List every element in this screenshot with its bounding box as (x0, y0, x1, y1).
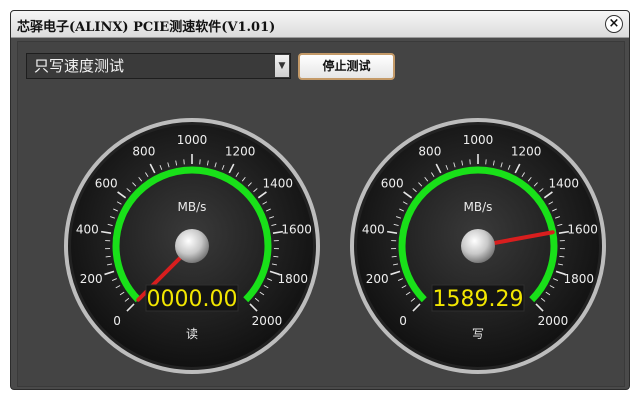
tick-label: 600 (95, 177, 118, 191)
chevron-down-icon[interactable]: ▼ (275, 55, 289, 77)
tick-label: 0 (113, 314, 121, 328)
tick-label: 1200 (511, 145, 542, 159)
gauge-label: 写 (472, 327, 484, 341)
tick-label: 1200 (225, 145, 256, 159)
close-icon[interactable]: × (605, 15, 623, 33)
window-title: 芯驿电子(ALINX) PCIE测速软件(V1.01) (17, 20, 276, 35)
stop-test-button[interactable]: 停止测试 (298, 53, 395, 80)
gauge-digital-readout: 0000.00 (147, 287, 238, 312)
tick-label: 800 (132, 145, 155, 159)
tick-label: 600 (381, 177, 404, 191)
gauge-unit: MB/s (464, 200, 493, 214)
tick-label: 2000 (538, 314, 569, 328)
gauge-hub (461, 229, 495, 263)
read-speed-gauge: 0 200 400 600 800 1000 1200 1400 1600 1800 2000 MB… (64, 118, 320, 374)
tick-label: 1000 (463, 133, 494, 147)
tick-label: 200 (366, 272, 389, 286)
tick-label: 1600 (281, 222, 312, 236)
tick-label: 1600 (567, 222, 598, 236)
write-speed-gauge: 0 200 400 600 800 1000 1200 1400 1600 1800 2000 MB… (350, 118, 606, 374)
gauge-hub (175, 229, 209, 263)
mode-select[interactable]: 只写速度测试 ▼ (26, 53, 291, 79)
tick-label: 1000 (177, 133, 208, 147)
tick-label: 400 (362, 222, 385, 236)
main-panel: 只写速度测试 ▼ 停止测试 0 200 400 600 800 1000 1200 (17, 41, 625, 387)
minor-tick (559, 255, 565, 258)
gauge-digital-readout: 1589.29 (433, 287, 524, 312)
tick-label: 1400 (262, 177, 293, 191)
title-bar: 芯驿电子(ALINX) PCIE测速软件(V1.01) × (11, 11, 629, 38)
minor-tick (273, 255, 279, 258)
minor-tick (105, 255, 111, 258)
tick-label: 400 (76, 222, 99, 236)
tick-label: 0 (399, 314, 407, 328)
tick-label: 1400 (548, 177, 579, 191)
tick-label: 2000 (252, 314, 283, 328)
tick-label: 800 (418, 145, 441, 159)
gauge-unit: MB/s (178, 200, 207, 214)
app-window: 芯驿电子(ALINX) PCIE测速软件(V1.01) × 只写速度测试 ▼ 停… (10, 10, 630, 390)
tick-label: 1800 (564, 272, 595, 286)
gauge-label: 读 (186, 327, 198, 341)
tick-label: 1800 (278, 272, 309, 286)
minor-tick (391, 255, 397, 258)
tick-label: 200 (80, 272, 103, 286)
mode-select-value: 只写速度测试 (34, 57, 125, 75)
